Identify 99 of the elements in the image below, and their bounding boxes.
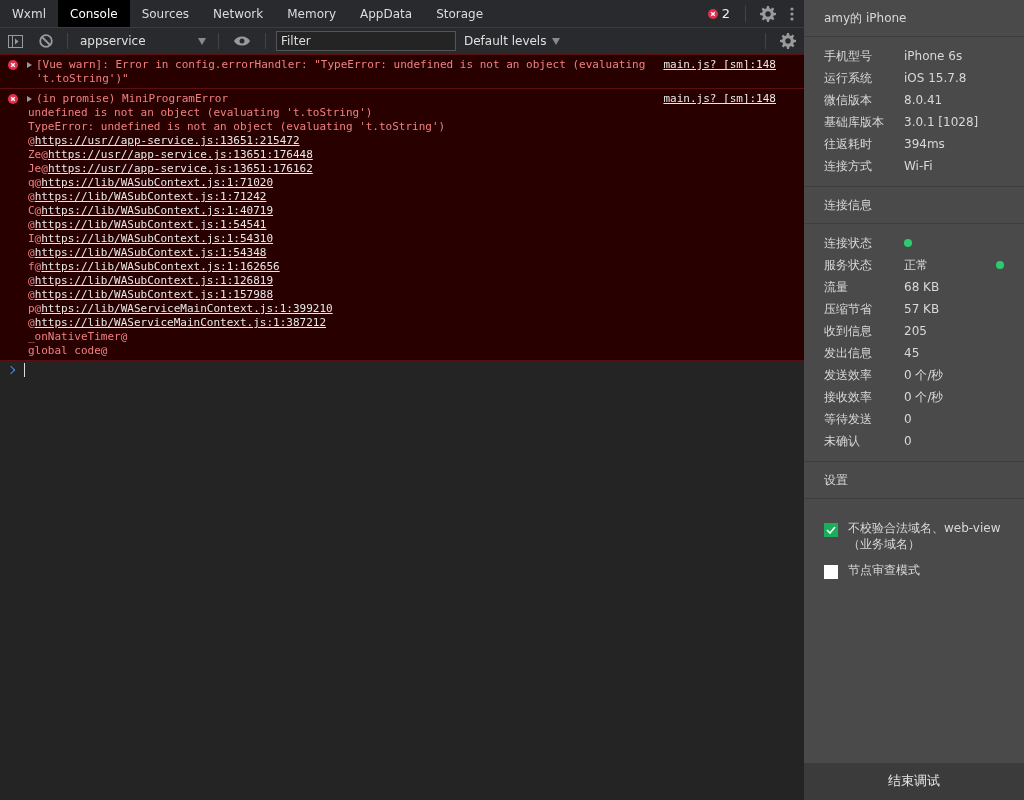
error-icon: [8, 60, 18, 70]
info-value: Wi-Fi: [904, 159, 933, 173]
info-label: 服务状态: [824, 256, 873, 274]
info-label: 基础库版本: [824, 113, 885, 131]
filter-field[interactable]: Filter: [276, 31, 456, 51]
function-name: @: [28, 288, 35, 301]
info-value: 57 KB: [904, 302, 940, 316]
stack-link[interactable]: https://usr//app-service.js:13651:176162: [47, 162, 313, 175]
checkbox[interactable]: [824, 523, 838, 537]
stack-link[interactable]: https://lib/WAServiceMainContext.js:1:387212: [34, 316, 327, 329]
levels-dropdown[interactable]: Default levels: [456, 34, 569, 48]
info-value: 3.0.1 [1028]: [904, 115, 979, 129]
error-icon: [8, 94, 18, 104]
sidebar-toggle-icon[interactable]: [8, 34, 23, 48]
info-value: 0 个/秒: [904, 366, 944, 384]
info-label: 收到信息: [824, 322, 873, 340]
info-value: 0: [904, 434, 912, 448]
info-value: 394ms: [904, 137, 945, 151]
info-label: 未确认: [824, 432, 861, 450]
error-count: 2: [721, 6, 730, 21]
stack-link[interactable]: https://lib/WASubContext.js:1:54541: [34, 218, 267, 231]
info-label: 微信版本: [824, 91, 873, 109]
menu-icon[interactable]: [790, 6, 794, 21]
info-value: 8.0.41: [904, 93, 943, 107]
devtools-tab[interactable]: Console: [58, 0, 130, 27]
devtools-tab[interactable]: Sources: [129, 0, 202, 27]
info-label: 运行系统: [824, 69, 873, 87]
option-label: 节点审查模式: [848, 562, 920, 578]
function-name: @: [28, 190, 35, 203]
function-name: f@: [28, 260, 42, 273]
info-label: 手机型号: [824, 47, 873, 65]
function-name: @: [28, 274, 35, 287]
devtools-tab[interactable]: Memory: [275, 0, 349, 27]
stack-link[interactable]: https://lib/WASubContext.js:1:54310: [41, 232, 274, 245]
stack-link[interactable]: https://lib/WASubContext.js:1:157988: [34, 288, 274, 301]
stack-link[interactable]: https://lib/WASubContext.js:1:126819: [34, 274, 274, 287]
stack-link[interactable]: https://lib/WASubContext.js:1:71242: [34, 190, 267, 203]
info-label: 压缩节省: [824, 300, 873, 318]
eye-icon[interactable]: [233, 35, 251, 47]
info-value: 0: [904, 412, 912, 426]
stack-link[interactable]: https://usr//app-service.js:13651:215472: [34, 134, 300, 147]
function-name: C@: [28, 204, 42, 217]
clear-icon[interactable]: [39, 34, 53, 48]
error-icon: [707, 8, 718, 19]
info-label: 等待发送: [824, 410, 873, 428]
info-label: 往返耗时: [824, 135, 873, 153]
devtools-tab[interactable]: AppData: [348, 0, 425, 27]
info-label: 发送效率: [824, 366, 873, 384]
function-name: @: [28, 316, 35, 329]
info-label: 连接方式: [824, 157, 873, 175]
source-link[interactable]: main.js? [sm]:148: [663, 92, 776, 106]
section-title: 连接信息: [804, 187, 1024, 224]
section-title: 设置: [804, 462, 1024, 499]
function-name: p@: [28, 302, 42, 315]
info-value: 68 KB: [904, 280, 940, 294]
option-label: 不校验合法域名、web-view（业务域名）: [848, 520, 1002, 552]
info-label: 发出信息: [824, 344, 873, 362]
context-select[interactable]: appservice: [74, 30, 212, 52]
stack-link[interactable]: https://lib/WASubContext.js:1:40719: [41, 204, 274, 217]
info-value: iPhone 6s: [904, 49, 963, 63]
stack-link[interactable]: https://lib/WAServiceMainContext.js:1:399210: [41, 302, 333, 315]
device-name: amy的 iPhone: [804, 0, 1024, 37]
source-link[interactable]: main.js? [sm]:148: [663, 58, 776, 72]
error-message: [Vue warn]: Error in config.errorHandler: "TypeError: undefined is not an object (evaluating 't.toString')": [36, 58, 647, 86]
devtools-tab[interactable]: Network: [201, 0, 276, 27]
function-name: I@: [28, 232, 42, 245]
info-label: 流量: [824, 278, 849, 296]
settings-icon[interactable]: [780, 33, 796, 49]
caret-icon: [198, 37, 206, 45]
devtools-tab[interactable]: Storage: [424, 0, 496, 27]
function-name: q@: [28, 176, 42, 189]
function-name: Je@: [28, 162, 48, 175]
stack-link[interactable]: https://lib/WASubContext.js:1:54348: [34, 246, 267, 259]
stack-line: global code@: [28, 344, 109, 358]
function-name: @: [28, 134, 35, 147]
expand-triangle-icon[interactable]: [27, 96, 32, 102]
stack-link[interactable]: https://lib/WASubContext.js:1:162656: [41, 260, 280, 273]
info-value: 0 个/秒: [904, 388, 944, 406]
info-value: 205: [904, 324, 927, 338]
stack-line: _onNativeTimer@: [28, 330, 129, 344]
function-name: Ze@: [28, 148, 48, 161]
devtools-tab[interactable]: Wxml: [0, 0, 58, 27]
function-name: @: [28, 246, 35, 259]
stack-line: TypeError: undefined is not an object (evaluating 't.toString'): [28, 120, 447, 134]
info-label: 接收效率: [824, 388, 873, 406]
info-value: iOS 15.7.8: [904, 71, 967, 85]
info-value: 45: [904, 346, 920, 360]
caret-icon: [552, 37, 561, 45]
stack-line: undefined is not an object (evaluating 't.toString'): [28, 106, 374, 120]
function-name: @: [28, 218, 35, 231]
info-label: 连接状态: [824, 234, 873, 252]
expand-triangle-icon[interactable]: [27, 62, 32, 68]
stack-link[interactable]: https://usr//app-service.js:13651:176448: [47, 148, 313, 161]
info-value: 正常: [904, 256, 928, 274]
settings-icon[interactable]: [760, 5, 776, 22]
error-message: (in promise) MiniProgramError: [36, 92, 230, 106]
end-debug-button[interactable]: 结束调试: [804, 763, 1024, 800]
checkbox[interactable]: [824, 565, 838, 579]
stack-link[interactable]: https://lib/WASubContext.js:1:71020: [41, 176, 274, 189]
